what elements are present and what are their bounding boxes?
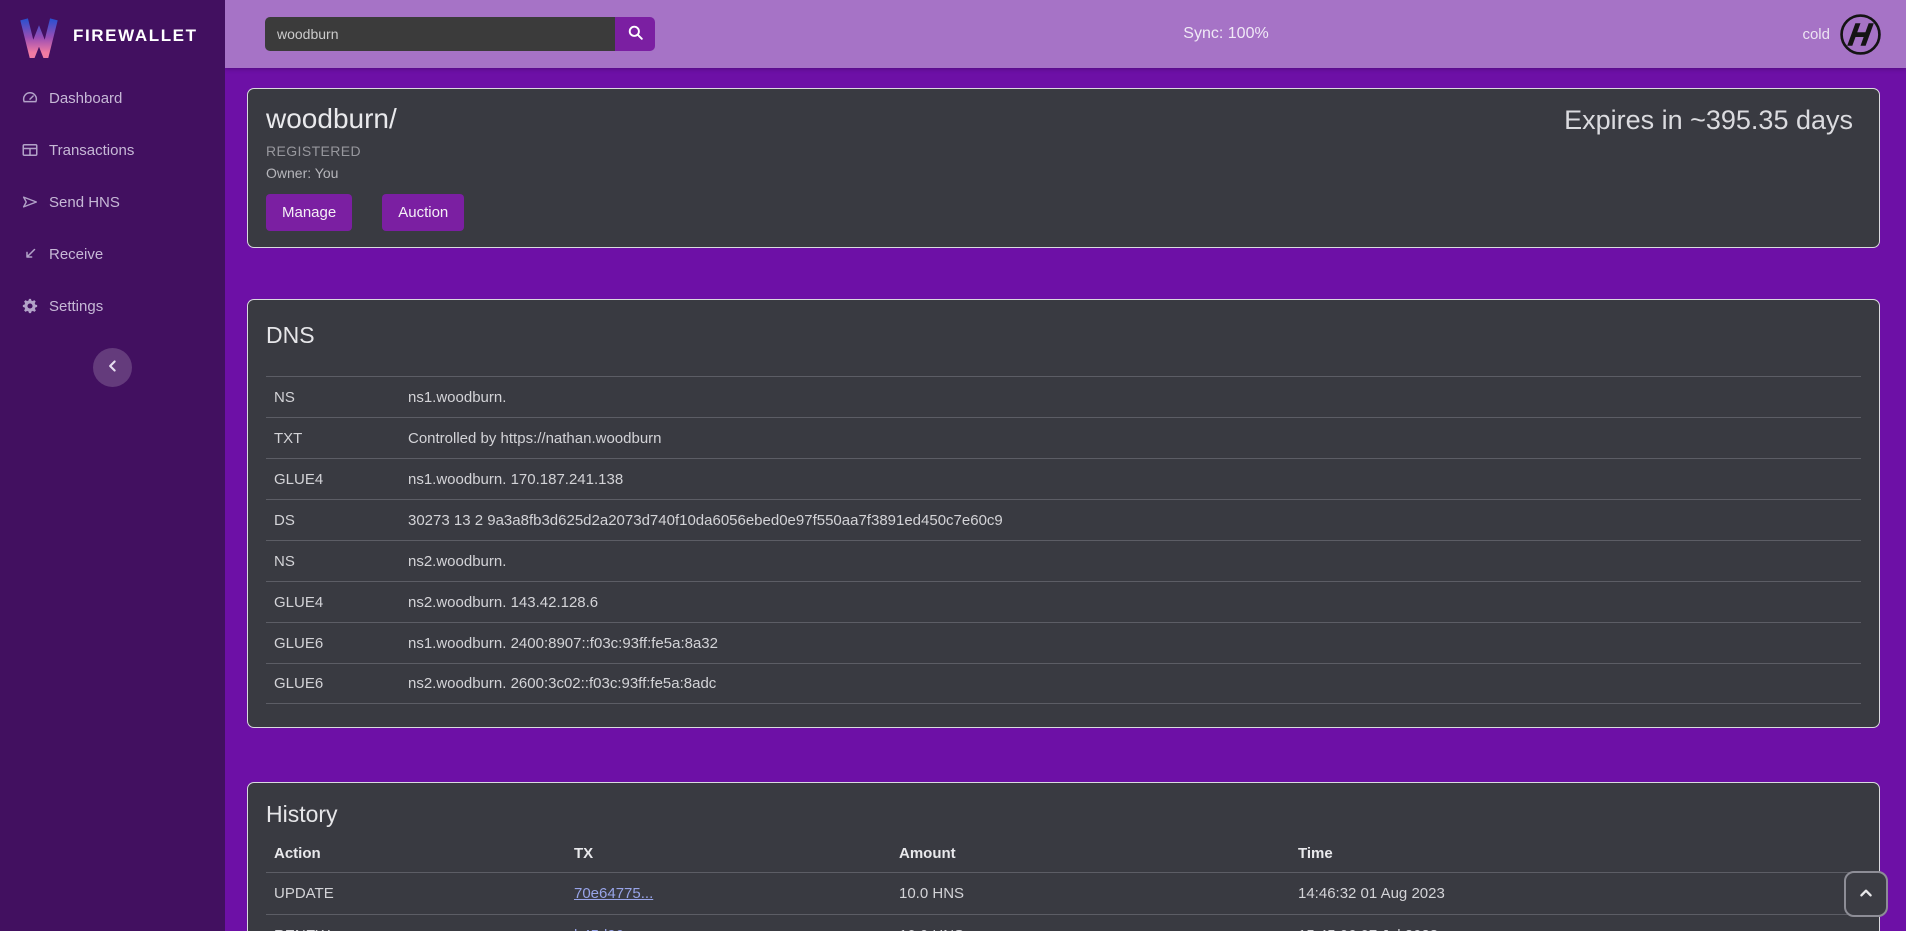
dns-record-row: DS30273 13 2 9a3a8fb3d625d2a2073d740f10d… — [266, 499, 1861, 540]
dns-record-value: ns2.woodburn. 2600:3c02::f03c:93ff:fe5a:… — [408, 675, 1861, 692]
scroll-to-top-button[interactable] — [1844, 871, 1888, 917]
brand-name: FIREWALLET — [73, 26, 198, 46]
dns-record-type: GLUE4 — [266, 594, 408, 611]
history-card: History Action TX Amount Time UPDATE70e6… — [247, 782, 1880, 931]
history-time: 14:46:32 01 Aug 2023 — [1298, 885, 1861, 902]
column-header-tx: TX — [574, 845, 899, 862]
history-time: 15:45:06 07 Jul 2023 — [1298, 927, 1861, 931]
history-amount: 10.0 HNS — [899, 927, 1298, 931]
firewallet-w-logo-icon — [18, 14, 60, 58]
sidebar-item-label: Dashboard — [49, 90, 122, 107]
send-icon — [20, 192, 40, 212]
sidebar-item-label: Send HNS — [49, 194, 120, 211]
sidebar: FIREWALLET Dashboard Transactions Send H… — [0, 0, 225, 931]
column-header-time: Time — [1298, 845, 1861, 862]
dns-record-type: DS — [266, 512, 408, 529]
dns-record-type: GLUE6 — [266, 635, 408, 652]
handshake-icon[interactable] — [1839, 13, 1882, 56]
brand-header: FIREWALLET — [0, 0, 225, 58]
wallet-group[interactable]: cold — [1802, 13, 1882, 56]
history-row: RENEWb45d90... 10.0 HNS15:45:06 07 Jul 20… — [266, 914, 1861, 931]
history-row: UPDATE70e64775... 10.0 HNS14:46:32 01 Aug… — [266, 872, 1861, 914]
search-input[interactable] — [265, 17, 615, 51]
domain-actions: Manage Auction — [266, 194, 1853, 231]
sidebar-item-receive[interactable]: Receive — [0, 228, 225, 280]
tx-link[interactable]: b45d90... — [574, 927, 637, 931]
dns-record-value: ns1.woodburn. 2400:8907::f03c:93ff:fe5a:… — [408, 635, 1861, 652]
dns-record-value: 30273 13 2 9a3a8fb3d625d2a2073d740f10da6… — [408, 512, 1861, 529]
sidebar-nav: Dashboard Transactions Send HNS Receive … — [0, 72, 225, 332]
dns-record-type: TXT — [266, 430, 408, 447]
dns-record-value: ns2.woodburn. 143.42.128.6 — [408, 594, 1861, 611]
history-tx-cell: 70e64775... — [574, 885, 899, 902]
dns-record-type: NS — [266, 389, 408, 406]
auction-button[interactable]: Auction — [382, 194, 464, 231]
sidebar-item-label: Transactions — [49, 142, 134, 159]
expiry-label: Expires in ~395.35 days — [1564, 105, 1853, 136]
dns-record-value: ns1.woodburn. — [408, 389, 1861, 406]
dns-record-row: GLUE6ns2.woodburn. 2600:3c02::f03c:93ff:… — [266, 663, 1861, 704]
column-header-action: Action — [266, 845, 574, 862]
history-action: RENEW — [266, 927, 574, 931]
dns-record-value: Controlled by https://nathan.woodburn — [408, 430, 1861, 447]
column-header-amount: Amount — [899, 845, 1298, 862]
dns-record-value: ns2.woodburn. — [408, 553, 1861, 570]
transactions-icon — [20, 140, 40, 160]
sidebar-item-dashboard[interactable]: Dashboard — [0, 72, 225, 124]
domain-owner: Owner: You — [266, 165, 1853, 181]
chevron-left-icon — [104, 357, 122, 378]
topbar: Sync: 100% cold — [225, 0, 1906, 68]
dashboard-icon — [20, 88, 40, 108]
dns-record-row: TXTControlled by https://nathan.woodburn — [266, 417, 1861, 458]
wallet-name: cold — [1802, 26, 1830, 43]
history-table-body: UPDATE70e64775...10.0 HNS14:46:32 01 Aug… — [266, 872, 1861, 931]
dns-record-row: NSns1.woodburn. — [266, 376, 1861, 417]
sidebar-item-settings[interactable]: Settings — [0, 280, 225, 332]
search-icon — [626, 23, 645, 45]
settings-icon — [20, 296, 40, 316]
dns-record-type: GLUE6 — [266, 675, 408, 692]
search-group — [265, 17, 655, 51]
dns-record-row: GLUE4ns2.woodburn. 143.42.128.6 — [266, 581, 1861, 622]
sidebar-item-transactions[interactable]: Transactions — [0, 124, 225, 176]
sidebar-item-send-hns[interactable]: Send HNS — [0, 176, 225, 228]
tx-link[interactable]: 70e64775... — [574, 885, 653, 902]
dns-record-row: NSns2.woodburn. — [266, 540, 1861, 581]
history-tx-cell: b45d90... — [574, 927, 899, 931]
sidebar-collapse-button[interactable] — [93, 348, 132, 387]
sidebar-item-label: Receive — [49, 246, 103, 263]
history-amount: 10.0 HNS — [899, 885, 1298, 902]
dns-record-row: GLUE4ns1.woodburn. 170.187.241.138 — [266, 458, 1861, 499]
history-table-header: Action TX Amount Time — [266, 834, 1861, 872]
domain-summary-card: woodburn/ REGISTERED Owner: You Manage A… — [247, 88, 1880, 248]
dns-card: DNS NSns1.woodburn.TXTControlled by http… — [247, 299, 1880, 728]
manage-button[interactable]: Manage — [266, 194, 352, 231]
search-button[interactable] — [615, 17, 655, 51]
dns-record-value: ns1.woodburn. 170.187.241.138 — [408, 471, 1861, 488]
dns-record-row: GLUE6ns1.woodburn. 2400:8907::f03c:93ff:… — [266, 622, 1861, 663]
main-content: woodburn/ REGISTERED Owner: You Manage A… — [225, 68, 1906, 931]
dns-section-title: DNS — [266, 322, 1861, 349]
domain-status: REGISTERED — [266, 143, 1853, 159]
sidebar-item-label: Settings — [49, 298, 103, 315]
dns-record-type: NS — [266, 553, 408, 570]
receive-icon — [20, 244, 40, 264]
dns-record-type: GLUE4 — [266, 471, 408, 488]
chevron-up-icon — [1855, 882, 1877, 907]
sync-status: Sync: 100% — [1183, 25, 1268, 43]
history-action: UPDATE — [266, 885, 574, 902]
dns-table: NSns1.woodburn.TXTControlled by https://… — [266, 376, 1861, 704]
history-section-title: History — [266, 801, 1861, 828]
